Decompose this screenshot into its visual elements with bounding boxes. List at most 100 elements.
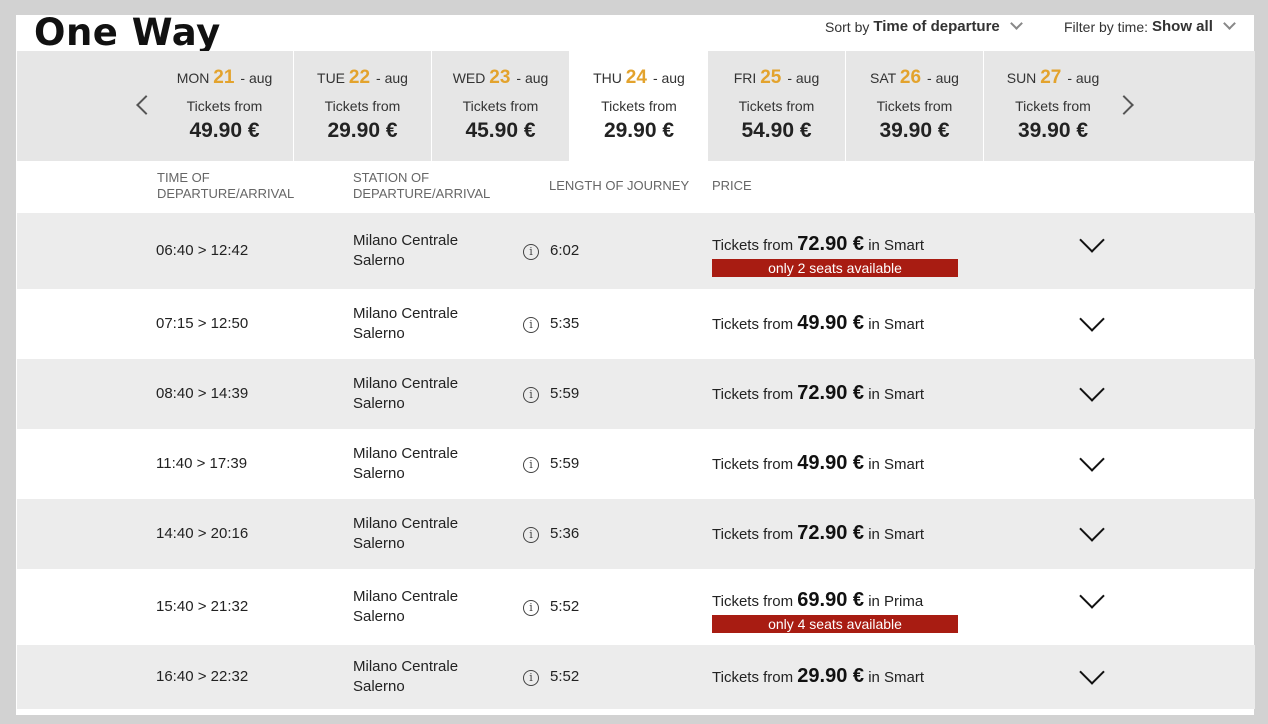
date-price: 39.90 € <box>1017 119 1089 142</box>
date-weekday: THU <box>593 70 622 86</box>
date-label: TUE 22 - aug <box>294 67 431 89</box>
station-arrival: Salerno <box>353 678 405 695</box>
sort-label: Sort by <box>825 18 870 35</box>
train-duration: 5:35 <box>550 315 580 332</box>
chevron-down-icon[interactable] <box>1079 583 1105 609</box>
train-duration: 5:52 <box>550 668 580 685</box>
column-header-station-line1: STATION OF <box>353 170 430 185</box>
train-time: 06:40 > 12:42 <box>156 242 249 259</box>
price-class: in Smart <box>868 669 925 686</box>
price-class: in Smart <box>868 316 925 333</box>
date-label: FRI 25 - aug <box>708 67 845 89</box>
price-class: in Smart <box>868 237 925 254</box>
train-row[interactable]: 08:40 > 14:39 Milano Centrale Salerno i 5:59… <box>17 359 1255 429</box>
date-tickets-from: Tickets from <box>1015 98 1091 114</box>
date-tickets-from: Tickets from <box>186 98 263 114</box>
date-price: 54.90 € <box>741 119 812 142</box>
date-day: 22 <box>348 67 371 88</box>
date-tab[interactable]: WED 23 - aug Tickets from 45.90 € <box>432 51 570 161</box>
date-month: - aug <box>376 70 408 86</box>
info-icon[interactable]: i <box>523 600 539 616</box>
info-icon[interactable]: i <box>523 457 539 473</box>
station-arrival: Salerno <box>353 465 405 482</box>
date-month: - aug <box>240 70 273 86</box>
info-icon[interactable]: i <box>523 387 539 403</box>
train-price: Tickets from 49.90 € in Smart <box>712 452 924 475</box>
info-icon[interactable]: i <box>523 244 539 260</box>
price-amount: 29.90 € <box>797 665 865 687</box>
train-row[interactable]: 16:40 > 22:32 Milano Centrale Salerno i 5:52… <box>17 645 1255 709</box>
date-day: 26 <box>899 67 922 88</box>
date-price: 29.90 € <box>603 119 675 142</box>
station-departure: Milano Centrale <box>353 515 459 532</box>
train-time: 11:40 > 17:39 <box>156 455 248 472</box>
price-amount: 49.90 € <box>797 312 865 334</box>
info-icon[interactable]: i <box>523 317 539 333</box>
info-icon[interactable]: i <box>523 670 539 686</box>
date-tickets-from: Tickets from <box>462 98 539 114</box>
date-tab[interactable]: TUE 22 - aug Tickets from 29.90 € <box>294 51 432 161</box>
train-row[interactable]: 14:40 > 20:16 Milano Centrale Salerno i 5:36… <box>17 499 1255 569</box>
column-header-time-line1: TIME OF <box>157 170 210 185</box>
train-price: Tickets from 69.90 € in Prima <box>712 589 923 612</box>
chevron-right-icon <box>1114 95 1134 115</box>
info-icon[interactable]: i <box>523 527 539 543</box>
page-title: One Way <box>34 11 221 54</box>
chevron-down-icon <box>1009 17 1023 30</box>
train-price: Tickets from 72.90 € in Smart <box>712 522 924 545</box>
date-month: - aug <box>787 70 820 86</box>
chevron-down-icon[interactable] <box>1079 376 1105 402</box>
date-weekday: WED <box>452 70 486 86</box>
chevron-left-icon <box>136 95 156 115</box>
date-month: - aug <box>516 70 549 86</box>
date-tab[interactable]: SUN 27 - aug Tickets from 39.90 € <box>984 51 1122 161</box>
date-tab[interactable]: THU 24 - aug Tickets from 29.90 € <box>570 51 708 161</box>
sort-value: Time of departure <box>873 18 1000 35</box>
date-tab[interactable]: SAT 26 - aug Tickets from 39.90 € <box>846 51 984 161</box>
date-weekday: SAT <box>870 70 896 86</box>
station-departure: Milano Centrale <box>353 588 459 605</box>
chevron-down-icon[interactable] <box>1079 306 1105 332</box>
train-row[interactable]: 15:40 > 21:32 Milano Centrale Salerno i 5:52… <box>17 569 1255 645</box>
train-duration: 5:52 <box>550 598 580 615</box>
date-label: SUN 27 - aug <box>984 67 1122 89</box>
sort-control[interactable]: Sort by Time of departure <box>825 17 1023 35</box>
train-row[interactable]: 11:40 > 17:39 Milano Centrale Salerno i 5:59… <box>17 429 1255 499</box>
train-row[interactable]: 06:40 > 12:42 Milano Centrale Salerno i 6:02… <box>17 213 1255 289</box>
station-departure: Milano Centrale <box>353 445 459 462</box>
train-time: 14:40 > 20:16 <box>156 525 249 542</box>
price-prefix: Tickets from <box>712 456 794 473</box>
train-stations: Milano Centrale Salerno <box>353 657 458 697</box>
date-day: 23 <box>489 67 511 88</box>
station-departure: Milano Centrale <box>353 305 459 322</box>
station-departure: Milano Centrale <box>353 232 459 249</box>
chevron-down-icon[interactable] <box>1079 446 1105 472</box>
next-dates-button[interactable] <box>1107 81 1147 131</box>
date-tickets-from: Tickets from <box>324 98 401 114</box>
station-arrival: Salerno <box>353 325 405 342</box>
train-duration: 5:36 <box>550 525 580 542</box>
date-tab[interactable]: MON 21 - aug Tickets from 49.90 € <box>156 51 294 161</box>
date-label: MON 21 - aug <box>156 67 293 89</box>
train-duration: 5:59 <box>550 455 580 472</box>
price-prefix: Tickets from <box>712 316 794 333</box>
chevron-down-icon[interactable] <box>1079 516 1105 542</box>
chevron-down-icon[interactable] <box>1079 659 1105 685</box>
train-time: 08:40 > 14:39 <box>156 385 249 402</box>
station-departure: Milano Centrale <box>353 375 459 392</box>
train-stations: Milano Centrale Salerno <box>353 231 458 271</box>
date-weekday: SUN <box>1006 70 1037 86</box>
date-selector: MON 21 - aug Tickets from 49.90 € TUE 22 - au… <box>17 51 1255 161</box>
train-duration: 6:02 <box>550 242 580 259</box>
date-month: - aug <box>652 70 685 86</box>
date-month: - aug <box>1067 70 1100 86</box>
date-tab[interactable]: FRI 25 - aug Tickets from 54.90 € <box>708 51 846 161</box>
date-label: WED 23 - aug <box>432 67 569 89</box>
train-price: Tickets from 49.90 € in Smart <box>712 312 924 335</box>
train-row[interactable]: 07:15 > 12:50 Milano Centrale Salerno i 5:35… <box>17 289 1255 359</box>
column-header-price: PRICE <box>712 178 752 193</box>
filter-control[interactable]: Filter by time: Show all <box>1064 17 1236 35</box>
date-tickets-from: Tickets from <box>601 98 677 114</box>
date-price: 39.90 € <box>879 119 950 142</box>
chevron-down-icon[interactable] <box>1079 227 1105 253</box>
